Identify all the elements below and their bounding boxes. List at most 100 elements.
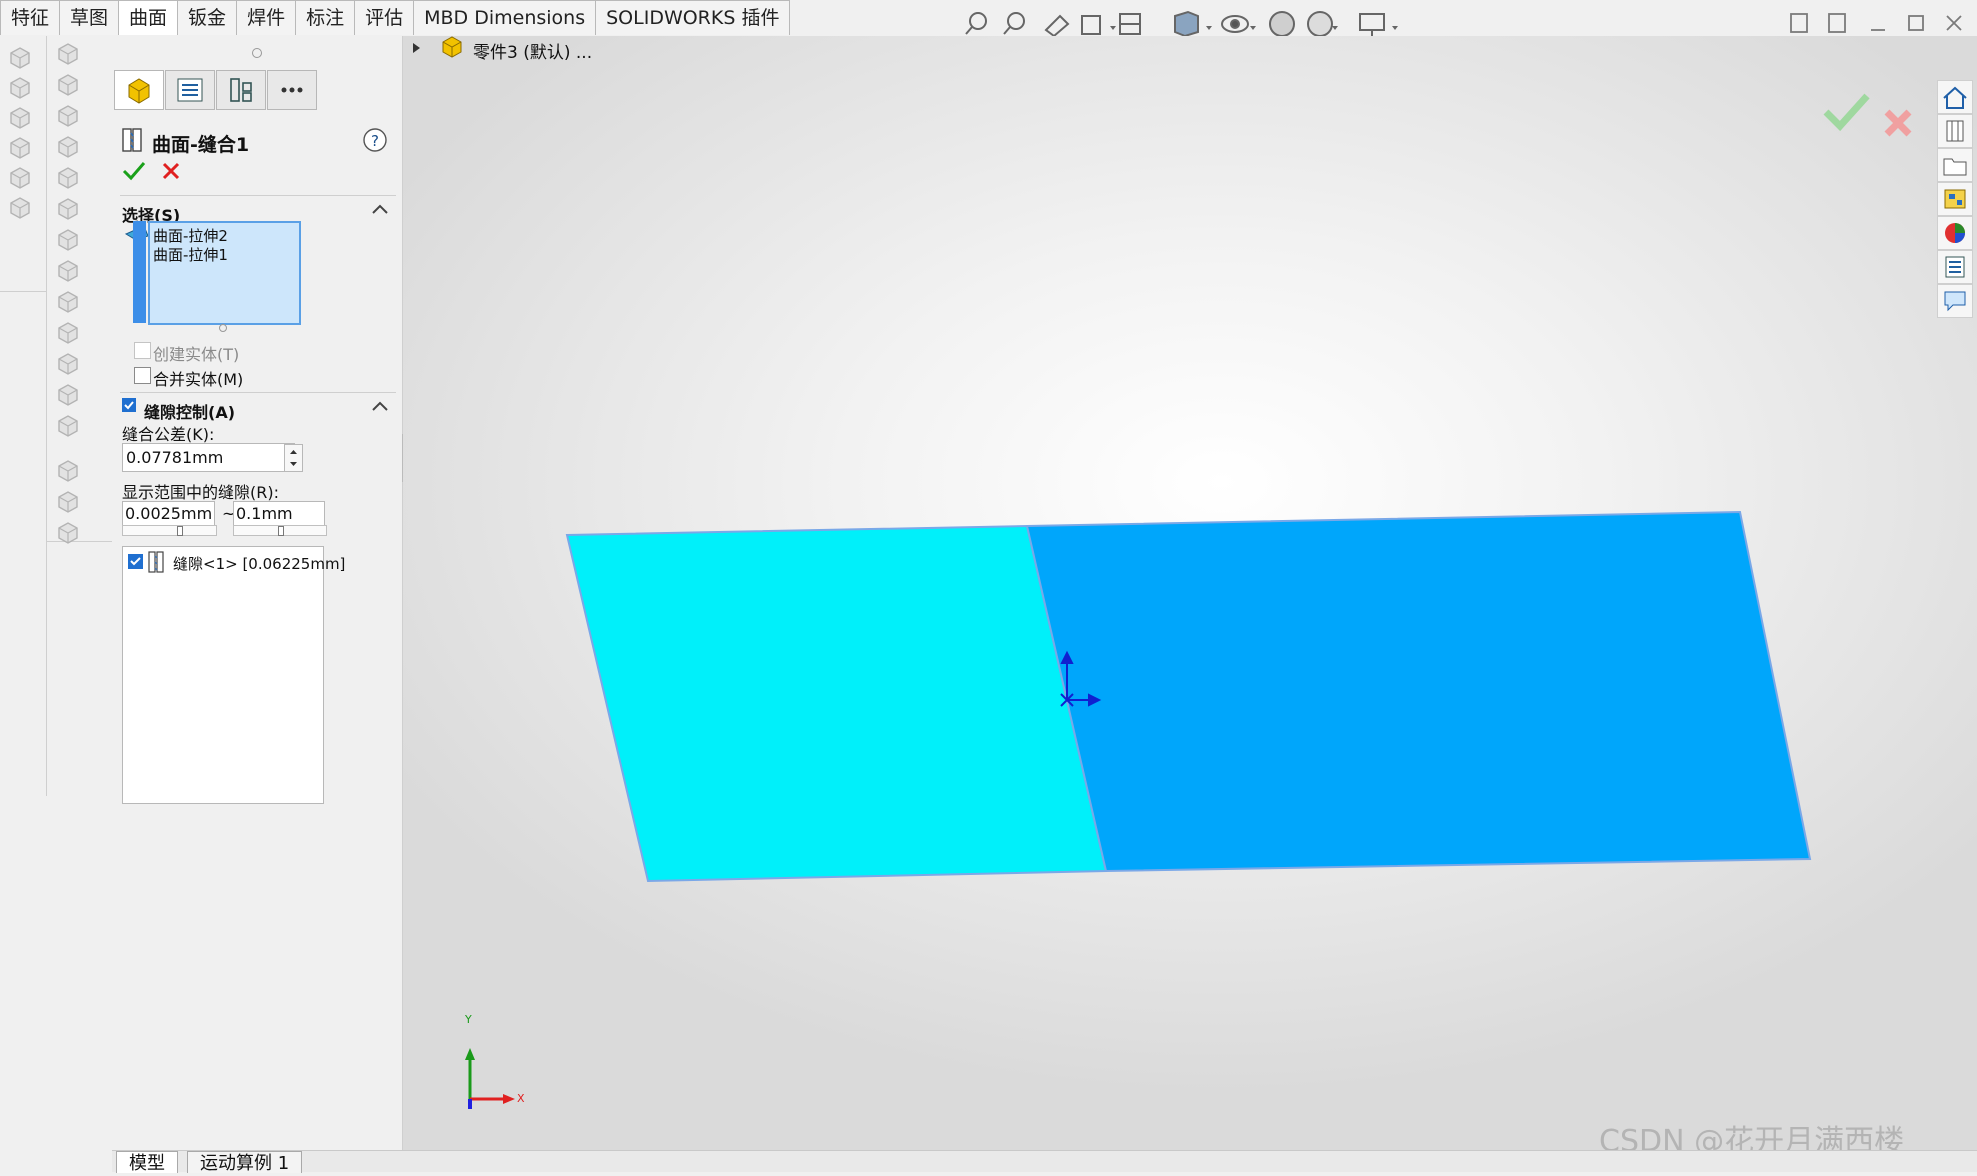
create-solid-checkbox[interactable] — [134, 342, 151, 359]
extend-surface-icon[interactable] — [54, 257, 82, 285]
gap-range-min-input[interactable]: 0.0025mm — [122, 501, 215, 527]
gap-range-max-input[interactable]: 0.1mm — [233, 501, 325, 527]
tolerance-input[interactable]: 0.07781mm — [122, 443, 295, 472]
tab-weldments[interactable]: 焊件 — [236, 0, 297, 35]
confirm-corner-check-icon[interactable] — [1823, 93, 1870, 132]
tolerance-value: 0.07781mm — [126, 448, 224, 467]
fill-surface-icon[interactable] — [6, 194, 34, 222]
merge-entities-checkbox[interactable] — [134, 367, 151, 384]
selection-item[interactable]: 曲面-拉伸2 — [153, 225, 228, 246]
gap-range-min-slider[interactable] — [122, 525, 217, 536]
chevron-up-icon[interactable] — [369, 199, 391, 221]
merge-entities-label: 合并实体(M) — [153, 370, 244, 389]
knit-surface-icon[interactable] — [54, 288, 82, 316]
selection-list[interactable]: 曲面-拉伸2 曲面-拉伸1 — [148, 221, 301, 325]
more-tabs-button[interactable] — [267, 70, 317, 110]
boundary-surface-icon[interactable] — [6, 164, 34, 192]
gap-icon — [147, 550, 167, 578]
triad-y-label: Y — [465, 1013, 472, 1026]
gap-item-label: 缝隙<1> [0.06225mm] — [173, 555, 346, 573]
graphics-area[interactable]: 零件3 (默认) ... Y X CSDN @花开月满西楼 — [403, 36, 1977, 1151]
ok-button[interactable] — [120, 158, 148, 189]
gap-list[interactable]: 缝隙<1> [0.06225mm] — [122, 546, 345, 804]
appearances-icon[interactable] — [1937, 216, 1973, 250]
help-button[interactable]: ? — [361, 126, 389, 159]
thicken-icon[interactable] — [54, 319, 82, 347]
cancel-button[interactable] — [160, 160, 182, 187]
chamfer-icon[interactable] — [54, 457, 82, 485]
bottom-tab-bar: 模型 运动算例 1 — [112, 1150, 1977, 1174]
tab-sketch[interactable]: 草图 — [59, 0, 120, 35]
cut-with-surface-icon[interactable] — [54, 381, 82, 409]
swept-surface-icon[interactable] — [6, 104, 34, 132]
gap-range-max-slider[interactable] — [233, 525, 327, 536]
section-divider — [120, 392, 396, 393]
custom-properties-icon[interactable] — [1937, 250, 1973, 284]
tab-model[interactable]: 模型 — [116, 1151, 178, 1174]
selection-item[interactable]: 曲面-拉伸1 — [153, 244, 228, 265]
tolerance-spinner[interactable] — [284, 444, 303, 472]
gap-range-min-value: 0.0025mm — [125, 504, 213, 523]
splitter-handle[interactable] — [252, 48, 262, 58]
replace-face-icon[interactable] — [54, 164, 82, 192]
feature-title: 曲面-缝合1 — [152, 134, 250, 156]
offset-surface-icon[interactable] — [54, 40, 82, 68]
design-library-icon[interactable] — [1937, 114, 1973, 148]
window-controls — [1785, 8, 1975, 38]
tab-markup[interactable]: 标注 — [295, 0, 356, 35]
forum-icon[interactable] — [1937, 284, 1973, 318]
tab-surfaces[interactable]: 曲面 — [118, 0, 179, 35]
reference-triad — [465, 1048, 515, 1109]
tab-motion-study-1[interactable]: 运动算例 1 — [187, 1151, 303, 1174]
watermark: CSDN @花开月满西楼 — [1599, 1124, 1905, 1151]
curves-icon[interactable] — [54, 519, 82, 547]
property-manager-tab[interactable] — [165, 70, 215, 110]
home-icon[interactable] — [1937, 80, 1973, 114]
view-palette-icon[interactable] — [1937, 182, 1973, 216]
chevron-up-icon[interactable] — [369, 396, 391, 418]
heads-up-view-toolbar — [960, 6, 1420, 40]
gap-item-checkbox[interactable] — [128, 554, 143, 569]
fillet-icon[interactable] — [54, 412, 82, 440]
split-line-icon[interactable] — [54, 488, 82, 516]
tab-evaluate[interactable]: 评估 — [354, 0, 415, 35]
revolved-surface-icon[interactable] — [6, 74, 34, 102]
pane-right-icon[interactable] — [1828, 13, 1846, 33]
svg-text:?: ? — [371, 132, 379, 150]
thicken-cut-icon[interactable] — [54, 350, 82, 378]
restore-icon[interactable] — [1908, 15, 1924, 31]
tab-sheet-metal[interactable]: 钣金 — [177, 0, 238, 35]
surface-extrude-1[interactable] — [565, 524, 1108, 883]
view-toolbar-icons[interactable] — [960, 6, 1420, 40]
close-icon[interactable] — [1946, 15, 1962, 31]
extruded-surface-icon[interactable] — [6, 44, 34, 72]
surface-extrude-2[interactable] — [1025, 510, 1812, 873]
ruled-surface-icon[interactable] — [54, 71, 82, 99]
slider-thumb[interactable] — [278, 526, 284, 536]
radiate-surface-icon[interactable] — [54, 102, 82, 130]
gap-range-label: 显示范围中的缝隙(R): — [122, 483, 279, 502]
gap-control-checkbox[interactable] — [122, 398, 136, 412]
tab-mbd-dimensions[interactable]: MBD Dimensions — [413, 0, 597, 35]
tab-features[interactable]: 特征 — [0, 0, 61, 35]
list-resize-handle[interactable] — [219, 324, 227, 332]
configuration-manager-tab[interactable] — [216, 70, 266, 110]
delete-face-icon[interactable] — [54, 133, 82, 161]
file-explorer-icon[interactable] — [1937, 148, 1973, 182]
tab-solidworks-addins[interactable]: SOLIDWORKS 插件 — [595, 0, 791, 35]
tolerance-label: 缝合公差(K): — [122, 425, 215, 444]
slider-thumb[interactable] — [177, 526, 183, 536]
untrim-surface-icon[interactable] — [54, 195, 82, 223]
create-solid-label: 创建实体(T) — [153, 345, 240, 364]
selection-box-marker — [133, 221, 146, 323]
confirm-corner-cancel-icon[interactable] — [1884, 109, 1912, 137]
feature-manager-tab[interactable] — [114, 70, 164, 110]
section-divider — [120, 195, 396, 196]
lofted-surface-icon[interactable] — [6, 134, 34, 162]
trim-surface-icon[interactable] — [54, 226, 82, 254]
command-icon-strip — [0, 36, 114, 796]
pane-left-icon[interactable] — [1790, 13, 1808, 33]
command-manager-tabs: 特征 草图 曲面 钣金 焊件 标注 评估 MBD Dimensions SOLI… — [0, 0, 791, 36]
gap-list-item[interactable]: 缝隙<1> [0.06225mm] — [126, 550, 345, 574]
gap-control-header[interactable]: 缝隙控制(A) — [144, 399, 235, 423]
